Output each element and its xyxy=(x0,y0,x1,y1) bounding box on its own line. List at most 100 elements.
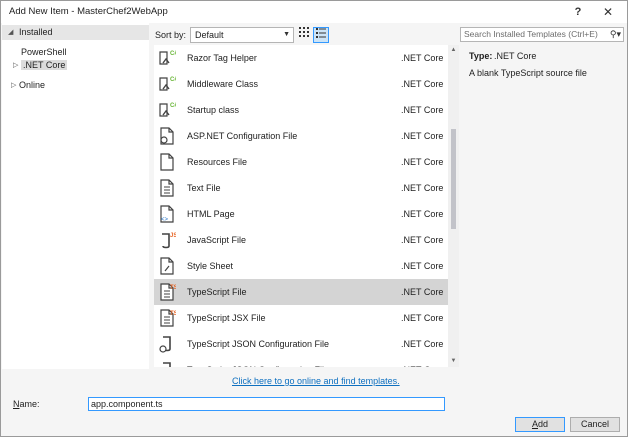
search-icon[interactable]: ⚲▾ xyxy=(610,28,621,41)
template-name: TypeScript JSON Configuration File xyxy=(187,339,330,349)
search-input[interactable]: Search Installed Templates (Ctrl+E) ⚲▾ xyxy=(460,27,624,42)
startup-class-icon: C# xyxy=(158,101,178,119)
grid-view-button[interactable] xyxy=(296,27,312,43)
template-name: JavaScript File xyxy=(187,235,247,245)
svg-text:C#: C# xyxy=(170,51,176,57)
template-row[interactable]: Style Sheet .NET Core xyxy=(154,253,448,279)
template-row[interactable]: TypeScript JSON Configuration File .NET C… xyxy=(154,357,448,367)
svg-text:C#: C# xyxy=(170,103,176,109)
template-list: C# Razor Tag Helper .NET Core C# Middleware … xyxy=(154,45,448,367)
search-placeholder: Search Installed Templates (Ctrl+E) xyxy=(464,29,598,39)
tree-item-online[interactable]: ▷ Online xyxy=(11,78,46,93)
typescript-file-icon: TS xyxy=(158,283,178,301)
template-row[interactable]: TS TypeScript JSX File .NET Core xyxy=(154,305,448,331)
sort-label: Sort by: xyxy=(155,30,187,40)
template-row[interactable]: C# Razor Tag Helper .NET Core xyxy=(154,45,448,71)
tree-item-label: PowerShell xyxy=(21,47,67,57)
template-category: .NET Core xyxy=(401,53,444,63)
template-name: Middleware Class xyxy=(187,79,259,89)
template-row[interactable]: <> HTML Page .NET Core xyxy=(154,201,448,227)
resources-file-icon xyxy=(158,153,176,171)
razor-tag-helper-icon: C# xyxy=(158,49,178,67)
template-category: .NET Core xyxy=(401,105,444,115)
template-row[interactable]: C# Middleware Class .NET Core xyxy=(154,71,448,97)
template-row[interactable]: Resources File .NET Core xyxy=(154,149,448,175)
template-row[interactable]: TS TypeScript File .NET Core xyxy=(154,279,448,305)
type-value: .NET Core xyxy=(494,51,537,61)
json-config-file-icon xyxy=(158,361,176,367)
template-category: .NET Core xyxy=(401,183,444,193)
grid-view-icon xyxy=(299,27,309,37)
svg-text:TS: TS xyxy=(170,311,176,317)
template-list-scrollbar[interactable]: ▲ ▼ xyxy=(448,45,459,367)
template-name: TypeScript JSX File xyxy=(187,313,266,323)
template-category: .NET Core xyxy=(401,79,444,89)
template-category: .NET Core xyxy=(401,157,444,167)
tree-item-label: Online xyxy=(19,80,46,90)
toolbar: Sort by: Default ▼ xyxy=(149,23,459,47)
template-category: .NET Core xyxy=(401,131,444,141)
chevron-down-icon: ▼ xyxy=(283,31,290,38)
window-title: Add New Item - MasterChef2WebApp xyxy=(9,6,168,17)
template-category: .NET Core xyxy=(401,365,443,367)
sort-value: Default xyxy=(195,30,224,40)
svg-text:<>: <> xyxy=(161,217,169,223)
template-category: .NET Core xyxy=(401,261,444,271)
html-page-icon: <> xyxy=(158,205,176,223)
config-file-icon xyxy=(158,127,176,145)
json-config-file-icon xyxy=(158,335,176,353)
template-category: .NET Core xyxy=(401,209,444,219)
template-name: ASP.NET Configuration File xyxy=(187,131,298,141)
template-row[interactable]: ASP.NET Configuration File .NET Core xyxy=(154,123,448,149)
scroll-down-arrow-icon[interactable]: ▼ xyxy=(448,356,459,367)
tree-item-netcore[interactable]: ▷ .NET Core xyxy=(13,58,68,73)
template-name: TypeScript JSON Configuration File xyxy=(187,365,329,367)
typescript-jsx-file-icon: TS xyxy=(158,309,178,327)
template-name: Startup class xyxy=(187,105,240,115)
scroll-up-arrow-icon[interactable]: ▲ xyxy=(448,45,459,56)
template-row[interactable]: TypeScript JSON Configuration File .NET C… xyxy=(154,331,448,357)
type-label: Type: xyxy=(469,51,493,61)
style-sheet-icon xyxy=(158,257,176,275)
template-name: Style Sheet xyxy=(187,261,234,271)
template-row[interactable]: JS JavaScript File .NET Core xyxy=(154,227,448,253)
template-name: HTML Page xyxy=(187,209,235,219)
javascript-file-icon: JS xyxy=(158,231,177,249)
template-row[interactable]: C# Startup class .NET Core xyxy=(154,97,448,123)
template-category: .NET Core xyxy=(401,287,444,297)
tree-item-label: .NET Core xyxy=(21,60,68,70)
details-pane: Type: .NET Core A blank TypeScript sourc… xyxy=(460,45,626,367)
help-button[interactable]: ? xyxy=(569,4,587,20)
add-button[interactable]: Add xyxy=(515,417,565,432)
list-view-button[interactable] xyxy=(313,27,329,43)
expanded-arrow-icon[interactable]: ◢ xyxy=(8,25,13,40)
tree-item-installed[interactable]: ◢ Installed xyxy=(2,25,149,40)
add-new-item-dialog: Add New Item - MasterChef2WebApp ? ✕ ◢ I… xyxy=(0,0,628,437)
text-file-icon xyxy=(158,179,176,197)
template-name: Resources File xyxy=(187,157,248,167)
title-bar: Add New Item - MasterChef2WebApp ? ✕ xyxy=(1,1,627,23)
collapsed-arrow-icon[interactable]: ▷ xyxy=(11,78,16,93)
template-name: Text File xyxy=(187,183,221,193)
close-button[interactable]: ✕ xyxy=(599,4,617,20)
svg-text:TS: TS xyxy=(170,285,176,291)
template-name: TypeScript File xyxy=(187,287,247,297)
collapsed-arrow-icon[interactable]: ▷ xyxy=(13,58,18,73)
middleware-class-icon: C# xyxy=(158,75,178,93)
name-label: Name: xyxy=(13,399,40,409)
tree-item-label: Installed xyxy=(19,27,53,37)
type-description: A blank TypeScript source file xyxy=(469,68,587,78)
template-category: .NET Core xyxy=(401,313,444,323)
name-field[interactable] xyxy=(88,397,445,411)
sort-dropdown[interactable]: Default ▼ xyxy=(190,27,294,43)
category-tree: ◢ Installed PowerShell ▷ .NET Core ▷ Onl… xyxy=(2,23,149,369)
template-category: .NET Core xyxy=(401,235,444,245)
template-name: Razor Tag Helper xyxy=(187,53,257,63)
online-templates-link[interactable]: Click here to go online and find templat… xyxy=(232,376,400,386)
scroll-thumb[interactable] xyxy=(451,129,456,229)
template-row[interactable]: Text File .NET Core xyxy=(154,175,448,201)
cancel-button[interactable]: Cancel xyxy=(570,417,620,432)
template-category: .NET Core xyxy=(401,339,444,349)
svg-text:JS: JS xyxy=(170,233,176,239)
svg-text:C#: C# xyxy=(170,77,176,83)
